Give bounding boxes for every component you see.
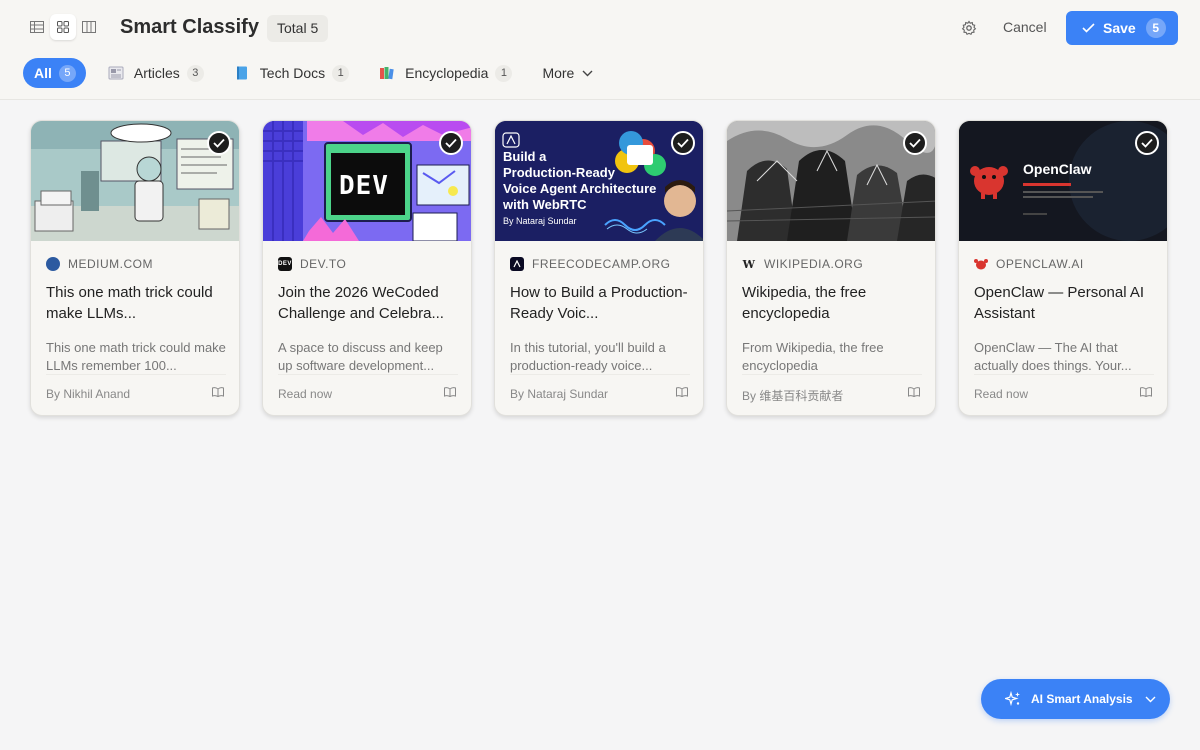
card-thumbnail: Build a Production-Ready Voice Agent Arc… [495, 121, 703, 241]
card-description: A space to discuss and keep up software … [278, 339, 458, 375]
check-icon [1082, 23, 1095, 33]
ai-button-label: AI Smart Analysis [1031, 692, 1133, 706]
source-label: OPENCLAW.AI [996, 257, 1084, 271]
open-book-icon[interactable] [444, 387, 456, 397]
card-author: By 维基百科贡献者 [742, 389, 844, 403]
card-description: This one math trick could make LLMs reme… [46, 340, 226, 375]
newspaper-icon [108, 66, 124, 80]
thumb-byline: By Nataraj Sundar [503, 216, 577, 226]
tab-all[interactable]: All 5 [23, 58, 86, 88]
card-source: DEV DEV.TO [278, 257, 346, 271]
card-title: OpenClaw — Personal AI Assistant [974, 284, 1145, 322]
card-thumbnail: OpenClaw [959, 121, 1167, 241]
card-author: By Nikhil Anand [46, 387, 131, 401]
save-button[interactable]: Save 5 [1066, 11, 1178, 45]
card-thumbnail [727, 121, 935, 241]
card-title: Join the 2026 WeCoded Challenge and Cele… [278, 284, 444, 322]
selected-check-icon[interactable] [1135, 131, 1159, 155]
list-view-button[interactable] [24, 14, 50, 40]
tab-count: 1 [332, 64, 350, 82]
card-title: Wikipedia, the free encyclopedia [742, 284, 867, 322]
column-view-button[interactable] [76, 14, 102, 40]
card-source: FREECODECAMP.ORG [510, 257, 670, 271]
view-switcher [24, 14, 102, 42]
column-view-icon [82, 21, 96, 33]
selected-check-icon[interactable] [671, 131, 695, 155]
sparkles-icon [1005, 691, 1020, 707]
settings-button[interactable] [961, 20, 977, 41]
card-read-now: Read now [278, 387, 333, 401]
card-title: This one math trick could make LLMs... [46, 284, 213, 322]
save-count-badge: 5 [1145, 18, 1166, 38]
thumbnail-headline: Build a Production-Ready Voice Agent Arc… [503, 149, 656, 229]
chevron-down-icon [582, 70, 593, 76]
freecodecamp-favicon-icon [510, 257, 524, 271]
bookmark-card[interactable]: OpenClaw OPENCLAW.AI OpenClaw — Personal… [958, 120, 1168, 416]
bookmark-card[interactable]: W WIKIPEDIA.ORG Wikipedia, the free ency… [726, 120, 936, 416]
card-description: From Wikipedia, the free encyclopedia [742, 339, 922, 375]
list-view-icon [30, 21, 44, 33]
dev-logo-text: DEV [339, 171, 389, 201]
bookmark-card[interactable]: Build a Production-Ready Voice Agent Arc… [494, 120, 704, 416]
grid-view-button[interactable] [50, 14, 76, 40]
card-author: By Nataraj Sundar [510, 387, 609, 401]
source-label: MEDIUM.COM [68, 257, 153, 271]
grid-view-icon [57, 21, 69, 33]
tab-label: More [542, 65, 575, 81]
thumb-line: Production-Ready [503, 165, 615, 180]
medium-favicon-icon [46, 257, 60, 271]
card-thumbnail [31, 121, 239, 241]
card-description: OpenClaw — The AI that actually does thi… [974, 339, 1154, 375]
top-bar: Smart Classify Total 5 Cancel Save 5 All… [0, 0, 1200, 100]
tab-more[interactable]: More [534, 58, 601, 88]
page-title: Smart Classify [120, 16, 259, 38]
tab-label: All [34, 65, 52, 81]
category-tabs: All 5 Articles 3 Tech Docs 1 Encyclopedi… [23, 58, 615, 88]
wikipedia-favicon-icon: W [742, 257, 756, 271]
gear-icon [961, 20, 977, 36]
tab-label: Articles [133, 65, 180, 81]
selected-check-icon[interactable] [439, 131, 463, 155]
tab-count: 5 [58, 64, 76, 82]
total-badge: Total 5 [267, 15, 329, 42]
openclaw-favicon-icon [974, 257, 988, 271]
tab-label: Encyclopedia [405, 65, 489, 81]
open-book-icon[interactable] [1140, 387, 1152, 397]
cancel-button[interactable]: Cancel [1003, 19, 1047, 35]
card-thumbnail: DEV [263, 121, 471, 241]
card-title: How to Build a Production-Ready Voic... [510, 284, 688, 322]
selected-check-icon[interactable] [903, 131, 927, 155]
bookmark-card[interactable]: MEDIUM.COM This one math trick could mak… [30, 120, 240, 416]
tab-tech-docs[interactable]: Tech Docs 1 [226, 58, 357, 88]
tab-count: 1 [495, 64, 513, 82]
source-label: FREECODECAMP.ORG [532, 257, 671, 271]
card-source: MEDIUM.COM [46, 257, 153, 271]
book-icon [236, 66, 247, 80]
open-book-icon[interactable] [908, 387, 920, 397]
selected-check-icon[interactable] [207, 131, 231, 155]
open-book-icon[interactable] [212, 387, 224, 397]
tab-encyclopedia[interactable]: Encyclopedia 1 [371, 58, 520, 88]
card-read-now: Read now [974, 387, 1029, 401]
openclaw-logo-text: OpenClaw [1023, 161, 1092, 177]
card-description: In this tutorial, you'll build a product… [510, 339, 690, 375]
tab-articles[interactable]: Articles 3 [100, 58, 212, 88]
dev-favicon-icon: DEV [278, 257, 292, 271]
bookmark-card[interactable]: DEV DEV DEV.TO Join the 2026 WeCoded Cha… [262, 120, 472, 416]
ai-smart-analysis-button[interactable]: AI Smart Analysis [981, 679, 1170, 719]
save-label: Save [1103, 20, 1136, 36]
thumb-line: Voice Agent Architecture [503, 181, 657, 196]
tab-label: Tech Docs [259, 65, 326, 81]
source-label: WIKIPEDIA.ORG [764, 257, 864, 271]
thumb-line: with WebRTC [503, 197, 587, 212]
card-grid: MEDIUM.COM This one math trick could mak… [30, 120, 1168, 416]
source-label: DEV.TO [300, 257, 347, 271]
chevron-down-icon [1145, 696, 1156, 702]
tab-count: 3 [186, 64, 204, 82]
books-icon [380, 67, 394, 80]
open-book-icon[interactable] [676, 387, 688, 397]
card-source: OPENCLAW.AI [974, 257, 1084, 271]
thumb-line: Build a [503, 149, 547, 164]
card-source: W WIKIPEDIA.ORG [742, 257, 863, 271]
